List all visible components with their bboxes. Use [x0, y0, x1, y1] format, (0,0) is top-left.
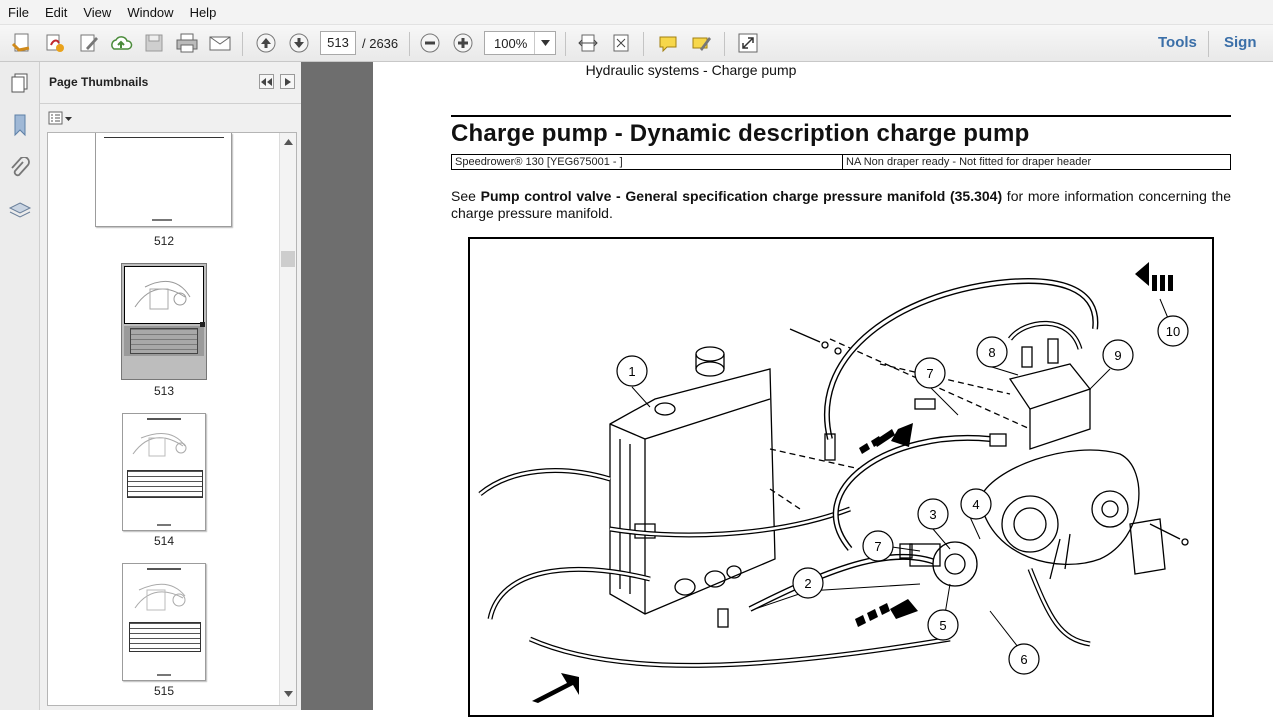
menu-edit[interactable]: Edit [37, 5, 75, 20]
tools-button[interactable]: Tools [1158, 34, 1197, 51]
callout-10: 10 [1166, 324, 1180, 339]
edit-pdf-icon[interactable] [76, 31, 102, 55]
callout-7a: 7 [926, 366, 933, 381]
create-pdf-icon[interactable] [9, 31, 35, 55]
collapse-panel-button[interactable] [259, 74, 274, 89]
toolbar: 513 / 2636 100% Tools Sign [0, 25, 1273, 62]
thumbnail-page-512[interactable] [95, 133, 232, 227]
menu-help[interactable]: Help [182, 5, 225, 20]
callout-6: 6 [1020, 652, 1027, 667]
print-icon[interactable] [174, 31, 200, 55]
zoom-out-icon[interactable] [417, 31, 443, 55]
chevron-down-icon[interactable] [534, 32, 555, 54]
combine-pdf-icon[interactable] [42, 31, 68, 55]
thumbnail-label: 513 [153, 384, 175, 398]
thumbnail-label: 512 [153, 234, 175, 248]
menu-window[interactable]: Window [119, 5, 181, 20]
comment-icon[interactable] [655, 31, 681, 55]
callout-1: 1 [628, 364, 635, 379]
zoom-select[interactable]: 100% [484, 31, 556, 55]
callout-9: 9 [1114, 348, 1121, 363]
thumbnail-page-515[interactable] [122, 563, 206, 681]
thumbnail-label: 514 [153, 534, 175, 548]
fit-page-icon[interactable] [608, 31, 634, 55]
page-thumbnails-icon[interactable] [7, 70, 33, 96]
previous-page-icon[interactable] [253, 31, 279, 55]
callout-7b: 7 [874, 539, 881, 554]
thumbnails-panel: Page Thumbnails 512 513 514 515 [40, 62, 301, 710]
scrollbar-thumb[interactable] [281, 251, 295, 267]
panel-title: Page Thumbnails [49, 75, 149, 89]
panel-options-row [40, 104, 301, 132]
diagram-drawing: 1 7 8 9 10 3 4 7 2 5 6 [478, 262, 1189, 703]
panel-header: Page Thumbnails [40, 62, 301, 104]
configuration-cell: NA Non draper ready - Not fitted for dra… [842, 155, 1091, 169]
running-header: Hydraulic systems - Charge pump [585, 62, 797, 78]
thumbnail-page-513-selected[interactable] [121, 263, 207, 380]
thumbnail-list: 512 513 514 515 [47, 132, 297, 706]
email-icon[interactable] [207, 31, 233, 55]
zoom-in-icon[interactable] [450, 31, 476, 55]
callout-8: 8 [988, 345, 995, 360]
callout-4: 4 [972, 497, 979, 512]
highlight-icon[interactable] [688, 31, 714, 55]
bookmarks-icon[interactable] [7, 112, 33, 138]
model-cell: Speedrower® 130 [YEG675001 - ] [455, 156, 623, 168]
reference-paragraph: See Pump control valve - General specifi… [451, 188, 1231, 222]
thumbnail-options-icon[interactable] [48, 110, 74, 129]
menu-view[interactable]: View [75, 5, 119, 20]
menu-bar: File Edit View Window Help [0, 0, 1273, 25]
thumbnail-page-514[interactable] [122, 413, 206, 531]
header-rule [451, 115, 1231, 117]
save-icon[interactable] [141, 31, 167, 55]
page-count: / 2636 [362, 36, 399, 51]
attachments-icon[interactable] [7, 156, 33, 182]
reference-link[interactable]: Pump control valve - General specificati… [481, 188, 1003, 204]
sign-button[interactable]: Sign [1224, 34, 1257, 51]
upload-cloud-icon[interactable] [108, 31, 134, 55]
expand-panel-button[interactable] [280, 74, 295, 89]
next-page-icon[interactable] [286, 31, 312, 55]
navigation-rail [0, 62, 40, 710]
charge-pump-diagram: 1 7 8 9 10 3 4 7 2 5 6 [468, 237, 1214, 717]
page-number-input[interactable]: 513 [320, 31, 356, 55]
pdf-page: Hydraulic systems - Charge pump Charge p… [373, 62, 1273, 717]
callout-5: 5 [939, 618, 946, 633]
thumbnail-scrollbar[interactable] [279, 133, 296, 705]
menu-file[interactable]: File [0, 5, 37, 20]
page-heading: Charge pump - Dynamic description charge… [451, 120, 1030, 147]
fit-width-icon[interactable] [575, 31, 601, 55]
zoom-value: 100% [494, 36, 528, 51]
fullscreen-icon[interactable] [735, 31, 761, 55]
layers-icon[interactable] [7, 198, 33, 224]
applicability-table: Speedrower® 130 [YEG675001 - ] NA Non dr… [451, 154, 1231, 170]
callout-3: 3 [929, 507, 936, 522]
thumbnail-label: 515 [153, 684, 175, 698]
callout-2: 2 [804, 576, 811, 591]
para-text: See [451, 188, 481, 204]
